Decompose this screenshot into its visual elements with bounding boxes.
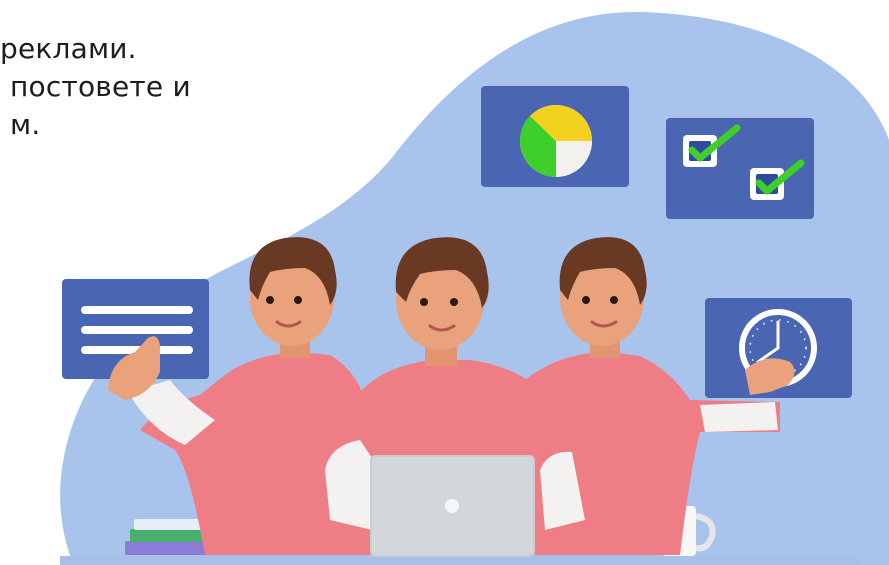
team-illustration bbox=[60, 11, 889, 565]
pie-chart-panel bbox=[481, 86, 629, 187]
laptop bbox=[370, 455, 535, 557]
text-lines-icon bbox=[81, 306, 193, 354]
checklist-panel bbox=[666, 118, 814, 219]
desk-edge bbox=[60, 556, 860, 565]
pie-chart-icon bbox=[519, 104, 592, 177]
